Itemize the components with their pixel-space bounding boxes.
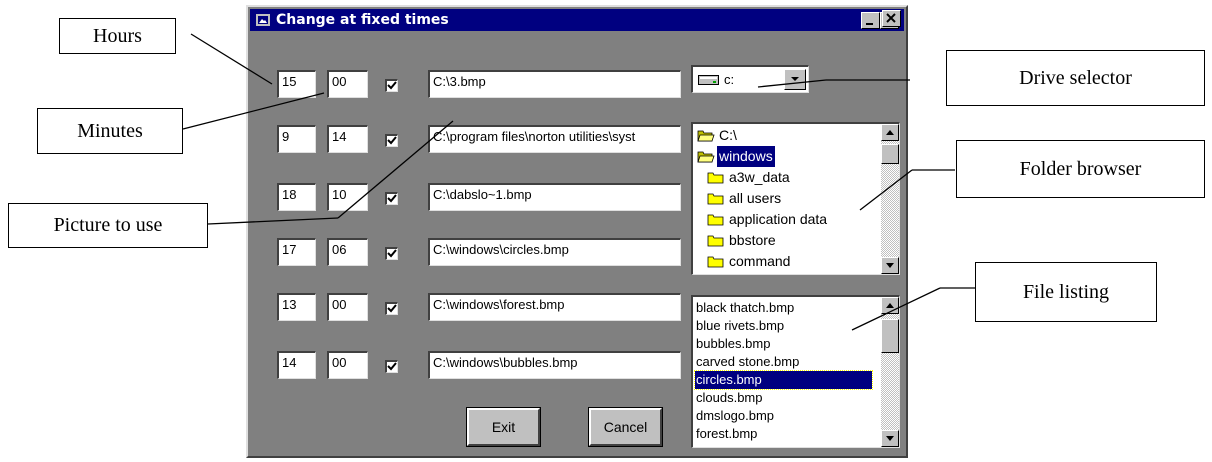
callout-drive-selector: Drive selector (946, 50, 1205, 106)
callout-file-listing: File listing (975, 262, 1157, 322)
callout-minutes: Minutes (37, 108, 183, 154)
callout-picture-to-use: Picture to use (8, 203, 208, 248)
callout-hours: Hours (59, 18, 176, 54)
callout-folder-browser: Folder browser (956, 140, 1205, 198)
